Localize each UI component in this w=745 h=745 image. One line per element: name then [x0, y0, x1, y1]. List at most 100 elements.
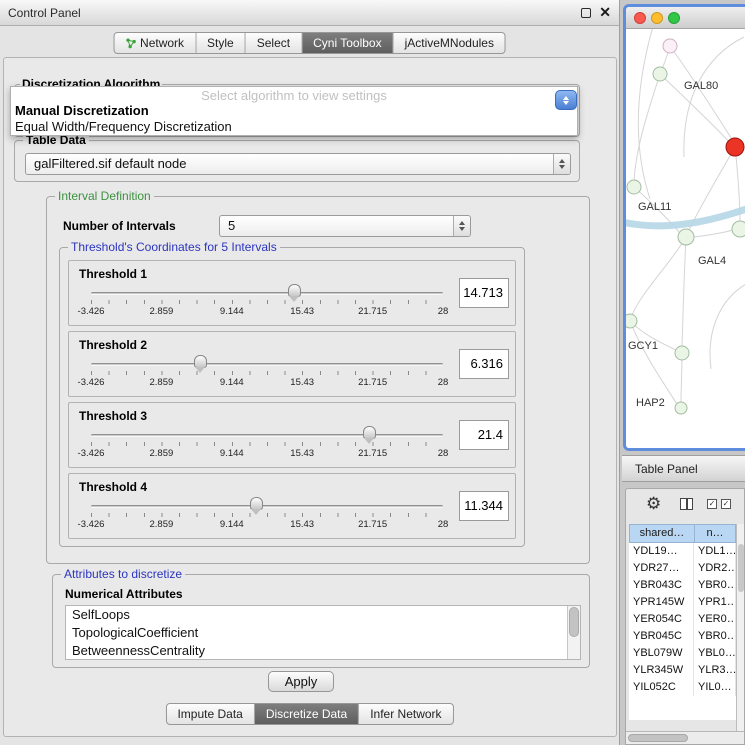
table-row[interactable]: YBL079WYBL0… — [629, 645, 736, 662]
table-row[interactable]: YDR27…YDR2… — [629, 560, 736, 577]
horizontal-scrollbar[interactable] — [626, 731, 744, 744]
threshold-slider[interactable]: -3.4262.8599.14415.4321.71528 — [91, 425, 443, 465]
numerical-attributes-list[interactable]: SelfLoopsTopologicalCoefficientBetweenne… — [65, 605, 581, 660]
threshold-label: Threshold 1 — [79, 267, 147, 281]
column-header[interactable]: n… — [694, 524, 736, 543]
tick-label: 28 — [438, 377, 449, 388]
slider-track[interactable] — [91, 434, 443, 437]
node[interactable] — [732, 221, 745, 237]
network-graph: GAL80 GAL11 GAL4 GCY1 HAP2 — [626, 29, 745, 448]
list-scrollbar[interactable] — [567, 606, 580, 659]
node-gcy1[interactable] — [626, 314, 637, 328]
gear-icon[interactable]: ⚙ — [646, 494, 661, 514]
slider-track[interactable] — [91, 505, 443, 508]
apply-button[interactable]: Apply — [268, 671, 334, 692]
table-row[interactable]: YIL052CYIL0… — [629, 679, 736, 696]
tab-impute-data[interactable]: Impute Data — [166, 704, 254, 724]
algorithm-dropdown-list: Select algorithm to view settings Manual… — [10, 86, 578, 136]
zoom-button[interactable] — [668, 12, 680, 24]
table-row[interactable]: YPR145WYPR1… — [629, 594, 736, 611]
slider-tick-labels: -3.4262.8599.14415.4321.71528 — [91, 377, 443, 389]
tab-label: jActiveMNodules — [405, 36, 494, 50]
table-cell: YER054C — [629, 611, 694, 628]
slider-thumb[interactable] — [288, 284, 301, 297]
threshold-row: Threshold 3 -3.4262.8599.14415.4321.7152… — [68, 402, 516, 468]
tab-jactivemnodules[interactable]: jActiveMNodules — [394, 33, 505, 53]
slider-track[interactable] — [91, 292, 443, 295]
threshold-row: Threshold 2 -3.4262.8599.14415.4321.7152… — [68, 331, 516, 397]
slider-track[interactable] — [91, 363, 443, 366]
tab-label: Impute Data — [177, 707, 242, 721]
dropdown-option-manual-discretization[interactable]: Manual Discretization — [15, 103, 149, 118]
dropdown-hint: Select algorithm to view settings — [11, 88, 577, 103]
table-row[interactable]: YER054CYER0… — [629, 611, 736, 628]
vertical-scrollbar[interactable] — [736, 524, 745, 731]
number-of-intervals-combo[interactable]: 5 — [219, 215, 471, 237]
tab-infer-network[interactable]: Infer Network — [359, 704, 452, 724]
node-gal11[interactable] — [627, 180, 641, 194]
threshold-value-field[interactable]: 6.316 — [459, 349, 509, 379]
table-data-combo[interactable]: galFiltered.sif default node — [25, 153, 571, 175]
control-panel-titlebar: Control Panel ✕ — [0, 0, 619, 26]
table-row[interactable]: YLR345WYLR3… — [629, 662, 736, 679]
tab-discretize-data[interactable]: Discretize Data — [255, 704, 359, 724]
table-cell: YLR3… — [694, 662, 736, 679]
node-red[interactable] — [726, 138, 744, 156]
threshold-slider[interactable]: -3.4262.8599.14415.4321.71528 — [91, 283, 443, 323]
slider-thumb[interactable] — [363, 426, 376, 439]
dropdown-option-equal-width[interactable]: Equal Width/Frequency Discretization — [15, 119, 232, 134]
minimize-button[interactable] — [651, 12, 663, 24]
tick-label: 21.715 — [358, 377, 387, 388]
thresholds-group-title: Threshold's Coordinates for 5 Intervals — [68, 240, 280, 254]
network-icon — [125, 38, 136, 49]
slider-thumb[interactable] — [250, 497, 263, 510]
table-data-combo-value: galFiltered.sif default node — [34, 154, 186, 174]
bottom-tab-bar: Impute Data Discretize DataInfer Network — [165, 703, 453, 725]
tick-label: 21.715 — [358, 448, 387, 459]
list-item[interactable]: SelfLoops — [66, 606, 580, 624]
threshold-value-field[interactable]: 21.4 — [459, 420, 509, 450]
network-canvas[interactable]: GAL80 GAL11 GAL4 GCY1 HAP2 — [626, 29, 745, 448]
node[interactable] — [675, 346, 689, 360]
tick-label: -3.426 — [78, 448, 105, 459]
scrollbar-thumb[interactable] — [628, 734, 688, 742]
column-header[interactable]: shared… — [629, 524, 694, 543]
network-edge — [630, 321, 677, 404]
algorithm-combo-stepper[interactable] — [555, 90, 577, 110]
close-button[interactable] — [634, 12, 646, 24]
close-icon[interactable]: ✕ — [599, 4, 611, 21]
table-row[interactable]: YDL19…YDL1… — [629, 543, 736, 560]
table-cell: YPR1… — [694, 594, 736, 611]
list-item[interactable]: BetweennessCentrality — [66, 642, 580, 660]
float-window-icon[interactable] — [581, 8, 591, 18]
scrollbar-thumb[interactable] — [738, 544, 744, 592]
table-cell: YDR27… — [629, 560, 694, 577]
threshold-slider[interactable]: -3.4262.8599.14415.4321.71528 — [91, 496, 443, 536]
down-arrow-icon — [563, 101, 569, 105]
table-row[interactable]: YBR045CYBR0… — [629, 628, 736, 645]
tab-style[interactable]: Style — [196, 33, 246, 53]
select-all-checkbox-icon[interactable]: ✓ — [707, 499, 717, 509]
tab-network[interactable]: Network — [114, 33, 196, 53]
interval-definition-title: Interval Definition — [55, 189, 154, 203]
node-hap2[interactable] — [675, 402, 687, 414]
table-row[interactable]: YBR043CYBR0… — [629, 577, 736, 594]
columns-icon[interactable] — [680, 498, 693, 510]
node-label-hap2: HAP2 — [636, 397, 665, 409]
list-item[interactable]: TopologicalCoefficient — [66, 624, 580, 642]
threshold-slider[interactable]: -3.4262.8599.14415.4321.71528 — [91, 354, 443, 394]
network-edge — [710, 284, 745, 369]
threshold-value-field[interactable]: 14.713 — [459, 278, 509, 308]
tab-select[interactable]: Select — [246, 33, 302, 53]
unselect-all-checkbox-icon[interactable]: ✓ — [721, 499, 731, 509]
node[interactable] — [663, 39, 677, 53]
tab-cyni-toolbox[interactable]: Cyni Toolbox — [302, 33, 393, 53]
node-gal4[interactable] — [678, 229, 694, 245]
combo-stepper-icon[interactable] — [553, 154, 570, 174]
combo-stepper-icon[interactable] — [453, 216, 470, 236]
scrollbar-thumb[interactable] — [569, 607, 579, 637]
slider-thumb[interactable] — [194, 355, 207, 368]
threshold-value-field[interactable]: 11.344 — [459, 491, 509, 521]
table-cell: YBR0… — [694, 577, 736, 594]
node-gal80[interactable] — [653, 67, 667, 81]
